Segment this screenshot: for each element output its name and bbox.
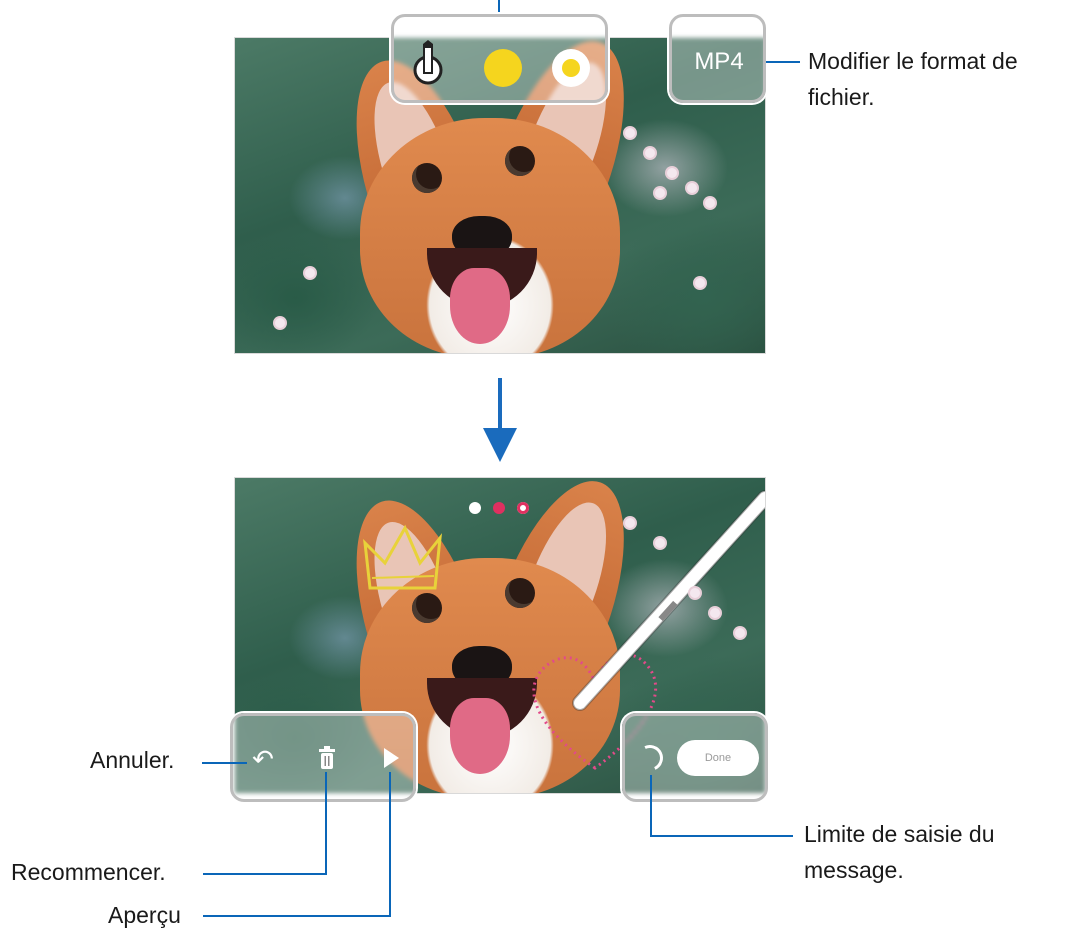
undo-annotation: Annuler. bbox=[90, 747, 175, 773]
restart-annotation: Recommencer. bbox=[11, 859, 166, 885]
done-button[interactable]: Done bbox=[677, 740, 759, 776]
play-icon[interactable] bbox=[375, 744, 407, 775]
undo-button[interactable]: ↶ bbox=[247, 744, 279, 774]
preview-annotation: Aperçu bbox=[108, 902, 181, 928]
format-caption-line-1: Modifier le format de bbox=[808, 48, 1018, 74]
s-pen-stylus bbox=[572, 490, 765, 711]
arrow-down-head bbox=[483, 428, 517, 462]
mini-color-dot[interactable] bbox=[493, 502, 505, 514]
limit-callout-line-h bbox=[650, 835, 793, 837]
mini-pen-icon[interactable] bbox=[469, 502, 481, 514]
undo-callout-line bbox=[202, 762, 247, 764]
restart-callout-line-h bbox=[203, 873, 327, 875]
pen-effect-button[interactable] bbox=[552, 49, 590, 87]
limit-annotation-line-2: message. bbox=[804, 857, 904, 883]
delete-icon[interactable] bbox=[311, 744, 343, 776]
arrow-down-icon bbox=[498, 378, 502, 428]
mini-toolbar[interactable] bbox=[469, 498, 539, 518]
preview-callout-line-v bbox=[389, 772, 391, 917]
top-callout-line bbox=[498, 0, 500, 14]
crown-drawing bbox=[363, 524, 442, 590]
limit-callout-line-v bbox=[650, 775, 652, 837]
restart-callout-line-v bbox=[325, 772, 327, 875]
format-caption-line-2: fichier. bbox=[808, 84, 875, 110]
mini-effect-dot[interactable] bbox=[517, 502, 529, 514]
pen-color-button[interactable] bbox=[484, 49, 522, 87]
format-button[interactable]: MP4 bbox=[672, 48, 766, 76]
pen-icon[interactable] bbox=[413, 40, 443, 88]
preview-callout-line-h bbox=[203, 915, 391, 917]
limit-annotation-line-1: Limite de saisie du bbox=[804, 821, 995, 847]
format-callout-line bbox=[766, 61, 800, 63]
